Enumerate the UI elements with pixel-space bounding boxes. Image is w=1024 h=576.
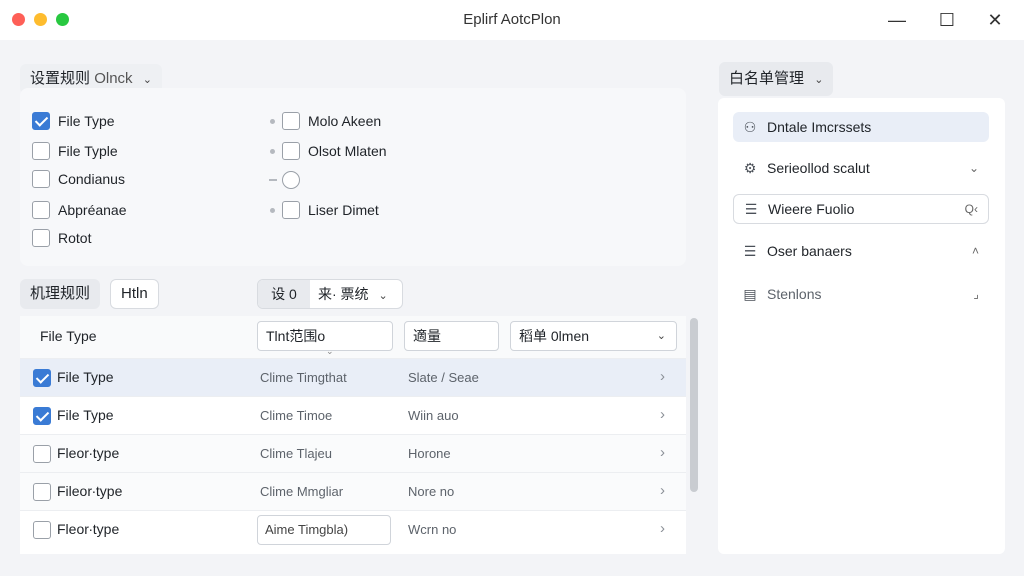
list-filter-dropdown[interactable]: 稻单 0lmen ⌄ (510, 321, 677, 351)
search-icon[interactable]: Q‹ (965, 195, 978, 223)
row-time: Clime Timgthat (260, 370, 347, 385)
whitelist-item-label: Wieere Fuolio (768, 201, 855, 217)
option-label: Liser Dimet (308, 202, 379, 218)
table-scrollbar[interactable] (690, 318, 698, 492)
row-checkbox[interactable] (33, 369, 51, 387)
window-title: Eplirf AotcPlon (463, 11, 561, 28)
option-label: Condianus (58, 171, 125, 187)
maximize-icon[interactable]: ☐ (934, 8, 960, 32)
table-row[interactable]: File Type Clime Timoe Wiin auo › (20, 396, 686, 434)
whitelist-item-label: Serieollod scalut (767, 160, 870, 176)
whitelist-item-label: Oser banaers (767, 243, 852, 259)
whitelist-item-stenlons[interactable]: ▤ Stenlons ⌟ (733, 279, 989, 309)
row-state: Wcrn no (408, 522, 457, 537)
chevron-down-icon: ⌄ (656, 330, 666, 342)
bullet-icon (270, 119, 275, 124)
segment-control: 设 0 来· 票统 ⌄ (257, 279, 403, 309)
document-icon: ▤ (743, 286, 757, 302)
title-bar: Eplirf AotcPlon — ☐ ✕ (0, 0, 1024, 40)
segment-option-b-label: 来· 票统 (318, 286, 369, 302)
option-label: File Type (58, 113, 115, 129)
row-time-input[interactable]: Aime Timgbla) (257, 515, 391, 545)
whitelist-item-wieere[interactable]: ☰ Wieere Fuolio Q‹ (733, 194, 989, 224)
whitelist-item-label: Dntale Imcrssets (767, 119, 872, 135)
option-label: File Typle (58, 143, 118, 159)
checkbox[interactable] (32, 170, 50, 188)
whitelist-item-serieollod[interactable]: ⚙ Serieollod scalut ⌄ (733, 153, 989, 183)
chevron-right-icon[interactable]: › (660, 520, 665, 537)
checkbox[interactable] (32, 142, 50, 160)
option-label: Rotot (58, 230, 92, 246)
row-time: Clime Mmgliar (260, 484, 344, 499)
row-name: Fleor∙type (57, 521, 120, 537)
checkbox[interactable] (282, 201, 300, 219)
whitelist-dropdown-label: 白名单管理 (729, 70, 805, 87)
option-label: Olsot Mlaten (308, 143, 387, 159)
user-icon: ⚇ (743, 119, 757, 135)
quantity-filter[interactable]: 適量 (404, 321, 499, 351)
rule-settings-value: Olnck (94, 70, 133, 87)
row-name: File Type (57, 369, 114, 385)
checkbox[interactable] (282, 112, 300, 130)
row-state: Slate / Seae (408, 370, 479, 385)
checkbox[interactable] (282, 142, 300, 160)
chevron-right-icon[interactable]: › (660, 368, 665, 385)
chevron-up-icon[interactable]: ˄ (972, 236, 979, 266)
row-state: Horone (408, 446, 451, 461)
whitelist-item-label: Stenlons (767, 286, 822, 302)
row-state: Nore no (408, 484, 455, 499)
list-icon: ☰ (743, 243, 757, 259)
checkbox[interactable] (32, 112, 50, 130)
rules-table: File Type Tlnt范围o ⌄ 適量 稻单 0lmen ⌄ File T… (20, 316, 686, 554)
segment-option-b[interactable]: 来· 票统 ⌄ (310, 280, 402, 308)
row-name: Fileor∙type (57, 483, 123, 499)
key-icon: ⚙ (743, 160, 757, 176)
chevron-down-icon[interactable]: ⌄ (969, 153, 979, 183)
chevron-down-icon: ⌄ (378, 290, 388, 302)
row-name: File Type (57, 407, 114, 423)
table-row[interactable]: Fileor∙type Clime Mmgliar Nore no › (20, 472, 686, 510)
rule-settings-label: 设置规则 (30, 70, 91, 87)
close-icon[interactable]: ✕ (982, 8, 1008, 32)
checkbox[interactable] (32, 229, 50, 247)
chevron-right-icon[interactable]: › (660, 406, 665, 423)
radio-button[interactable] (282, 171, 300, 189)
time-range-filter[interactable]: Tlnt范围o (257, 321, 393, 351)
row-checkbox[interactable] (33, 521, 51, 539)
bullet-icon (270, 208, 275, 213)
checkbox[interactable] (32, 201, 50, 219)
chevron-right-icon[interactable]: › (660, 482, 665, 499)
whitelist-item-oser[interactable]: ☰ Oser banaers ˄ (733, 236, 989, 266)
row-time: Clime Timoe (260, 408, 333, 423)
column-header-file-type: File Type (40, 328, 97, 344)
tab-rules[interactable]: 机理规则 (20, 279, 101, 309)
bullet-icon (270, 149, 275, 154)
row-state: Wiin auo (408, 408, 459, 423)
list-filter-value: 稻单 0lmen (519, 328, 590, 344)
row-name: Fleor∙type (57, 445, 120, 461)
row-checkbox[interactable] (33, 483, 51, 501)
dash-icon (269, 179, 277, 181)
table-row[interactable]: Fleor∙type Clime Tlajeu Horone › (20, 434, 686, 472)
option-label: Molo Akeen (308, 113, 382, 129)
row-time: Clime Tlajeu (260, 446, 333, 461)
caret-down-icon: ⌄ (326, 346, 334, 356)
minimize-icon[interactable]: — (884, 8, 910, 32)
chevron-down-icon: ⌄ (814, 74, 824, 86)
whitelist-item-dntale[interactable]: ⚇ Dntale Imcrssets (733, 112, 989, 142)
segment-option-a[interactable]: 设 0 (258, 280, 310, 308)
row-checkbox[interactable] (33, 445, 51, 463)
table-header: File Type Tlnt范围o ⌄ 適量 稻单 0lmen ⌄ (20, 316, 686, 358)
whitelist-dropdown[interactable]: 白名单管理 ⌄ (719, 62, 834, 96)
option-label: Abpréanae (58, 202, 127, 218)
table-row[interactable]: Fleor∙type Aime Timgbla) Wcrn no › (20, 510, 686, 548)
table-row[interactable]: File Type Clime Timgthat Slate / Seae › (20, 358, 686, 396)
chevron-right-icon[interactable]: › (660, 444, 665, 461)
list-icon: ☰ (744, 201, 758, 217)
tab-htln[interactable]: Htln (110, 279, 159, 309)
row-checkbox[interactable] (33, 407, 51, 425)
corner-icon[interactable]: ⌟ (973, 279, 979, 309)
